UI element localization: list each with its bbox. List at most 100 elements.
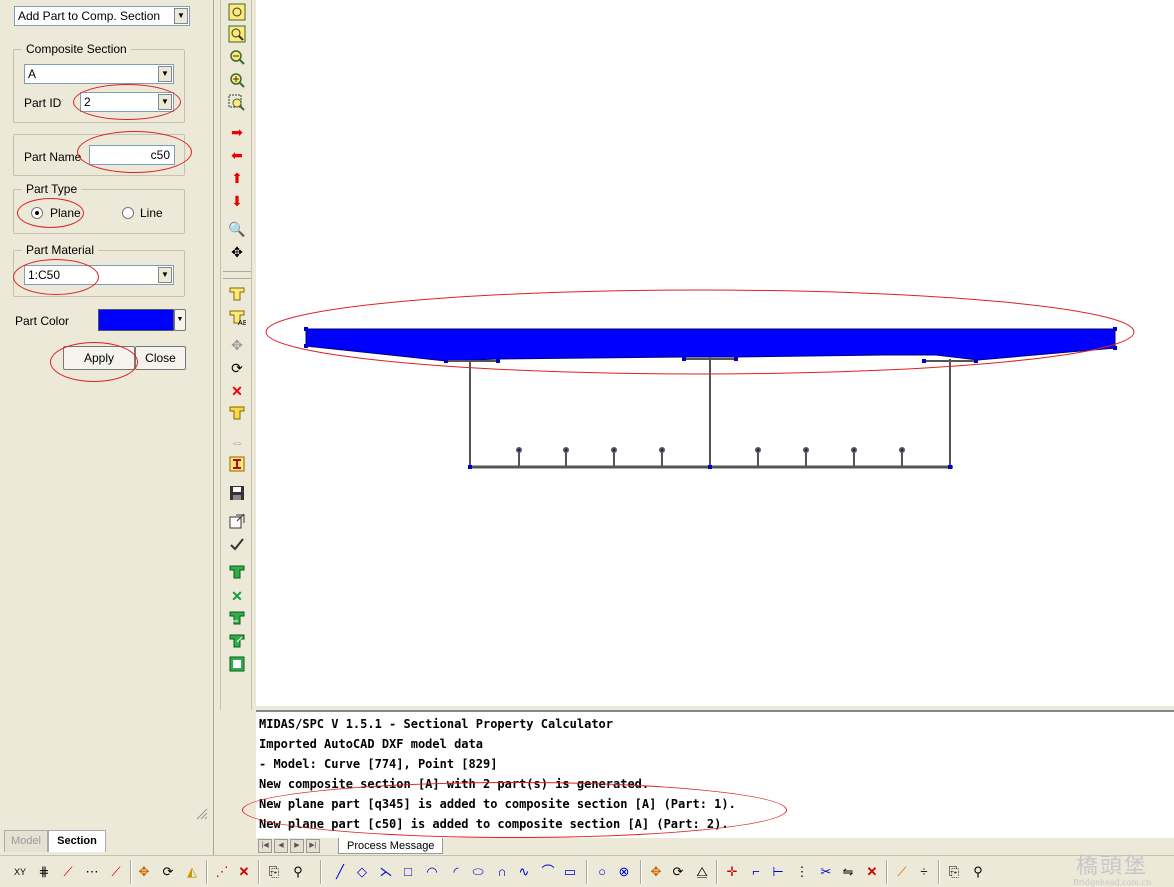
delete-icon[interactable]: ✕ — [862, 862, 882, 882]
composite-section-value: A — [28, 67, 37, 81]
chevron-down-icon: ▼ — [158, 94, 172, 110]
zoom-realtime-icon[interactable]: 🔍 — [227, 219, 247, 239]
snap-grid-icon[interactable]: ⋕ — [34, 862, 54, 882]
plane-radio[interactable] — [31, 207, 43, 219]
mirror-icon[interactable]: ◭ — [182, 862, 202, 882]
prev-tab-icon[interactable]: ◀ — [274, 839, 288, 853]
export-icon[interactable]: ⎘ — [264, 862, 284, 882]
rectangle-icon[interactable]: □ — [398, 862, 418, 882]
next-tab-icon[interactable]: ▶ — [290, 839, 304, 853]
model-canvas[interactable] — [256, 0, 1174, 706]
snap-end-icon[interactable]: ⟋ — [106, 862, 126, 882]
zoom-fit-icon[interactable] — [227, 3, 247, 23]
curve-icon[interactable]: ⌒ — [538, 862, 558, 882]
circle-icon[interactable]: ○ — [592, 862, 612, 882]
rotate-icon[interactable]: ⟳ — [158, 862, 178, 882]
zoom-dynamic-icon[interactable] — [227, 94, 247, 114]
tab-process-message[interactable]: Process Message — [338, 838, 444, 854]
calculate-property-icon[interactable] — [227, 455, 247, 475]
composite-delete-icon[interactable]: ✕ — [227, 586, 247, 606]
mode-dropdown[interactable]: Add Part to Comp. Section ▼ — [14, 6, 190, 26]
part-color-dropdown-button[interactable]: ▼ — [174, 309, 186, 331]
measure-icon[interactable]: ÷ — [914, 862, 934, 882]
toolbar-separator — [640, 860, 642, 884]
section-new-icon[interactable] — [227, 285, 247, 305]
part-color-swatch[interactable] — [98, 309, 174, 331]
watermark-text: 橋頭堡 — [1075, 854, 1148, 879]
svg-text:AB: AB — [238, 319, 246, 326]
polygon-icon[interactable]: ⋋ — [376, 862, 396, 882]
erase-icon[interactable]: ✕ — [234, 862, 254, 882]
line-icon[interactable]: ╱ — [330, 862, 350, 882]
snap-midpoint-icon[interactable]: ⋯ — [82, 862, 102, 882]
part-name-input[interactable]: c50 — [89, 145, 175, 165]
pan-left-icon[interactable]: ⬅ — [227, 145, 247, 165]
mirror-icon[interactable]: ⧋ — [692, 862, 712, 882]
part-type-legend: Part Type — [22, 182, 82, 196]
trim-icon[interactable]: ⋰ — [212, 862, 232, 882]
move-icon[interactable]: ✥ — [227, 335, 247, 355]
save-icon[interactable] — [227, 484, 247, 504]
move-icon[interactable]: ✥ — [646, 862, 666, 882]
part-id-select[interactable]: 2 ▼ — [80, 92, 174, 112]
part-material-select[interactable]: 1:C50 ▼ — [24, 265, 174, 285]
extend-icon[interactable]: ✛ — [722, 862, 742, 882]
rotate-icon[interactable]: ⟳ — [668, 862, 688, 882]
apply-button[interactable]: Apply — [63, 346, 135, 370]
left-panel: Add Part to Comp. Section ▼ Composite Se… — [0, 0, 214, 855]
pan-right-icon[interactable]: ➡ — [227, 122, 247, 142]
tab-model[interactable]: Model — [4, 830, 48, 852]
pan-up-icon[interactable]: ⬆ — [227, 168, 247, 188]
snap-line-icon[interactable]: ⟋ — [58, 862, 78, 882]
composite-import-icon[interactable] — [227, 609, 247, 629]
spline-icon[interactable]: ∿ — [514, 862, 534, 882]
composite-view-icon[interactable] — [227, 655, 247, 675]
line-radio[interactable] — [122, 207, 134, 219]
slot-icon[interactable]: ▭ — [560, 862, 580, 882]
arc-icon[interactable]: ◠ — [422, 862, 442, 882]
arc-center-icon[interactable]: ◜ — [446, 862, 466, 882]
circle-cross-icon[interactable]: ⊗ — [614, 862, 634, 882]
polyline-icon[interactable]: ◇ — [352, 862, 372, 882]
toolbar-separator — [938, 860, 940, 884]
draw-line-icon[interactable]: ⟋ — [892, 862, 912, 882]
delete-icon[interactable]: ✕ — [227, 381, 247, 401]
divide-icon[interactable]: ⋮ — [792, 862, 812, 882]
message-pane[interactable]: MIDAS/SPC V 1.5.1 - Sectional Property C… — [242, 710, 1174, 838]
section-drawing — [265, 289, 1135, 469]
zoom-in-icon[interactable] — [227, 71, 247, 91]
fillet-icon[interactable]: ⌐ — [746, 862, 766, 882]
vertical-toolbar: ➡ ⬅ ⬆ ⬇ 🔍 ✥ AB ✥ ⟳ ✕ ⇔ ✕ — [220, 0, 252, 710]
composite-result-icon[interactable] — [227, 632, 247, 652]
tab-section[interactable]: Section — [48, 830, 106, 852]
chamfer-icon[interactable]: ⊢ — [768, 862, 788, 882]
message-line: Imported AutoCAD DXF model data — [259, 737, 483, 751]
move-icon[interactable]: ✥ — [134, 862, 154, 882]
mirror-icon[interactable]: ⇔ — [227, 432, 247, 452]
rotate-icon[interactable]: ⟳ — [227, 358, 247, 378]
resize-grip-icon[interactable] — [196, 808, 208, 820]
composite-section-select[interactable]: A ▼ — [24, 64, 174, 84]
offset-icon[interactable]: ⇋ — [838, 862, 858, 882]
close-button[interactable]: Close — [135, 346, 186, 370]
check-icon[interactable] — [227, 535, 247, 555]
query-icon[interactable]: ⚲ — [968, 862, 988, 882]
message-line: New plane part [c50] is added to composi… — [259, 817, 729, 831]
zoom-out-icon[interactable] — [227, 48, 247, 68]
ucs-xy-icon[interactable]: XY — [10, 862, 30, 882]
section-copy-icon[interactable] — [227, 404, 247, 424]
query-icon[interactable]: ⚲ — [288, 862, 308, 882]
composite-add-icon[interactable] — [227, 563, 247, 583]
u-shape-icon[interactable]: ∩ — [492, 862, 512, 882]
first-tab-icon[interactable]: |◀ — [258, 839, 272, 853]
pan-down-icon[interactable]: ⬇ — [227, 191, 247, 211]
zoom-window-icon[interactable] — [227, 25, 247, 45]
pan-icon[interactable]: ✥ — [227, 242, 247, 262]
ellipse-icon[interactable]: ⬭ — [468, 862, 488, 882]
export-icon[interactable]: ⎘ — [944, 862, 964, 882]
toolbar-separator — [130, 860, 132, 884]
last-tab-icon[interactable]: ▶| — [306, 839, 320, 853]
export-icon[interactable] — [227, 512, 247, 532]
section-edit-icon[interactable]: AB — [227, 308, 248, 328]
break-icon[interactable]: ✂ — [816, 862, 836, 882]
